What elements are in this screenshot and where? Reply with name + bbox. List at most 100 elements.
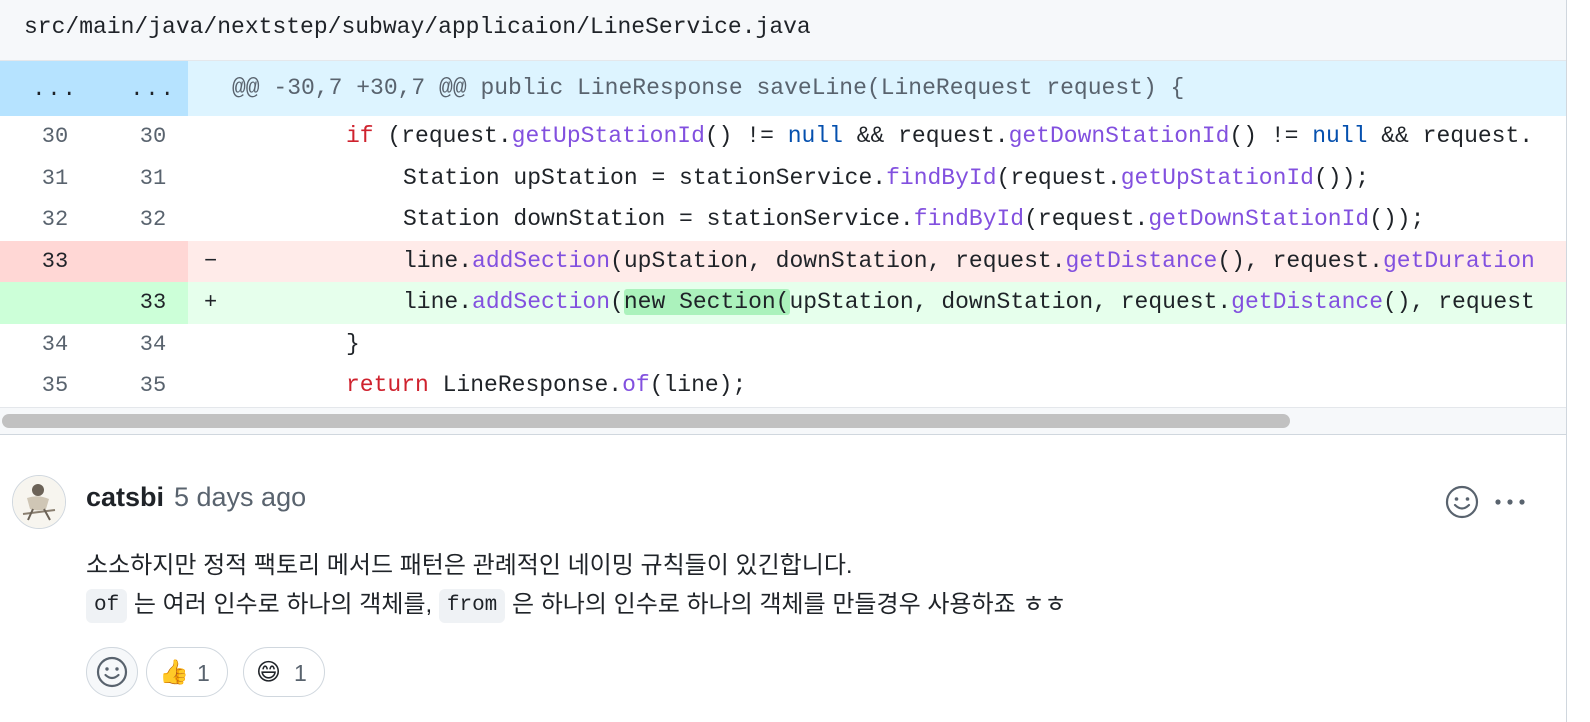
code-token: if xyxy=(346,123,374,149)
code-token: addSection xyxy=(472,289,611,315)
code-token: && request. xyxy=(1367,123,1534,149)
code-token: getUpStationId xyxy=(1120,164,1314,191)
diff-line-deletion: 33 − line.addSection(upStation, downStat… xyxy=(0,240,1566,283)
diff-line: 31 31 Station upStation = stationService… xyxy=(0,158,1566,200)
code-token-highlight: new Section( xyxy=(623,289,790,315)
old-line-number[interactable]: 30 xyxy=(10,116,100,158)
old-line-number[interactable] xyxy=(10,282,100,324)
smiley-icon xyxy=(96,656,128,688)
comment-body-line: 소소하지만 정적 팩토리 메서드 패턴은 관례적인 네이밍 규칙들이 있긴합니다… xyxy=(86,552,853,579)
reaction-count: 1 xyxy=(197,660,210,686)
code-token: findById xyxy=(913,206,1025,232)
code-token: (request. xyxy=(373,123,512,149)
kebab-horizontal-icon xyxy=(1495,499,1525,505)
code-token: Station upStation = stationService. xyxy=(403,164,887,191)
code-token: upStation, downStation, request. xyxy=(789,289,1232,315)
file-path[interactable]: src/main/java/nextstep/subway/applicaion… xyxy=(24,14,811,40)
code-token: line. xyxy=(403,289,473,315)
new-line-number[interactable]: 31 xyxy=(108,158,198,200)
comment-text: 은 하나의 인수로 하나의 객체를 만들경우 사용하죠 ㅎㅎ xyxy=(511,591,1067,618)
code-token: getDistance xyxy=(1065,247,1218,274)
code-token: ( xyxy=(610,289,624,315)
comment-author[interactable]: catsbi xyxy=(86,482,164,513)
thumbs-up-reaction[interactable]: 👍 1 xyxy=(146,647,228,697)
comment-body-line: of 는 여러 인수로 하나의 객체를, from 은 하나의 인수로 하나의 … xyxy=(86,584,1066,623)
code-token: of xyxy=(622,372,650,398)
hunk-expand-down-button[interactable]: ... xyxy=(108,61,198,116)
code-token: getDownStationId xyxy=(1148,206,1370,232)
code-line: line.addSection(upStation, downStation, … xyxy=(403,241,1535,282)
code-line: return LineResponse.of(line); xyxy=(346,365,746,406)
diff-line: 32 32 Station downStation = stationServi… xyxy=(0,199,1566,241)
code-line: Station upStation = stationService.findB… xyxy=(403,158,1369,199)
diff-file-container: src/main/java/nextstep/subway/applicaion… xyxy=(0,0,1567,722)
diff-line-addition: 33 + line.addSection(new Section(upStati… xyxy=(0,282,1566,324)
inline-code: of xyxy=(86,588,128,623)
code-token: (line); xyxy=(649,372,747,398)
old-line-number[interactable]: 34 xyxy=(10,324,100,366)
new-line-number[interactable]: 32 xyxy=(108,199,198,241)
smile-reaction[interactable]: 😄 1 xyxy=(243,647,325,697)
old-line-number[interactable]: 32 xyxy=(10,199,100,241)
diff-line: 30 30 if (request.getUpStationId() != nu… xyxy=(0,116,1566,158)
old-line-number[interactable]: 35 xyxy=(10,365,100,407)
new-line-number[interactable]: 33 xyxy=(108,282,198,324)
code-token: null xyxy=(787,123,843,149)
hunk-expand-up-button[interactable]: ... xyxy=(10,61,100,116)
comment-timestamp[interactable]: 5 days ago xyxy=(174,482,306,513)
avatar-image xyxy=(13,476,65,528)
code-token: getDownStationId xyxy=(1008,123,1230,149)
code-token: Station downStation = stationService. xyxy=(403,206,914,232)
code-token: getUpStationId xyxy=(511,123,705,149)
diff-table: ... ... @@ -30,7 +30,7 @@ public LineRes… xyxy=(0,61,1566,407)
code-token: findById xyxy=(886,164,997,191)
code-token: () != xyxy=(1229,123,1313,149)
new-line-number[interactable]: 35 xyxy=(108,365,198,407)
grinning-face-icon: 😄 xyxy=(256,659,282,686)
code-token: addSection xyxy=(472,247,611,274)
thumbs-up-icon: 👍 xyxy=(159,659,189,686)
code-line: Station downStation = stationService.fin… xyxy=(403,199,1424,240)
hunk-row: ... ... @@ -30,7 +30,7 @@ public LineRes… xyxy=(0,61,1566,116)
new-line-number[interactable]: 34 xyxy=(108,324,198,366)
code-token: && request. xyxy=(842,123,1009,149)
reaction-count: 1 xyxy=(294,660,307,686)
code-token: (request. xyxy=(996,164,1121,191)
code-token: (), request. xyxy=(1217,247,1383,274)
add-reaction-button[interactable] xyxy=(86,647,138,697)
code-token: (), request xyxy=(1383,289,1535,315)
addition-marker: + xyxy=(204,290,218,315)
code-token: } xyxy=(346,330,360,357)
code-token: (upStation, downStation, request. xyxy=(610,247,1066,274)
scrollbar-thumb[interactable] xyxy=(2,414,1290,428)
add-reaction-button[interactable] xyxy=(1444,484,1480,520)
more-options-button[interactable] xyxy=(1490,484,1530,520)
code-token: getDuration xyxy=(1383,247,1535,274)
horizontal-scrollbar[interactable] xyxy=(0,407,1566,435)
code-line: if (request.getUpStationId() != null && … xyxy=(346,116,1533,157)
code-token: (request. xyxy=(1024,206,1149,232)
code-token: line. xyxy=(403,247,473,274)
diff-line: 34 34 } xyxy=(0,324,1566,366)
code-token: getDistance xyxy=(1231,289,1383,315)
inline-code: from xyxy=(438,588,506,623)
code-token: ()); xyxy=(1313,164,1370,191)
old-line-number[interactable]: 31 xyxy=(10,158,100,200)
old-line-number[interactable]: 33 xyxy=(10,241,100,283)
code-line: } xyxy=(346,324,360,365)
smiley-icon xyxy=(1445,485,1479,519)
code-token: return xyxy=(346,372,429,398)
code-token: null xyxy=(1312,123,1368,149)
code-token: ()); xyxy=(1369,206,1425,232)
avatar[interactable] xyxy=(12,475,66,529)
code-line: line.addSection(new Section(upStation, d… xyxy=(403,282,1535,323)
code-token: LineResponse. xyxy=(428,372,623,398)
diff-line: 35 35 return LineResponse.of(line); xyxy=(0,365,1566,407)
new-line-number[interactable] xyxy=(108,241,198,283)
new-line-number[interactable]: 30 xyxy=(108,116,198,158)
comment-text: 는 여러 인수로 하나의 객체를, xyxy=(133,591,433,618)
hunk-header: @@ -30,7 +30,7 @@ public LineResponse sa… xyxy=(232,75,1185,101)
code-token: () != xyxy=(704,123,788,149)
deletion-marker: − xyxy=(204,248,218,274)
file-header: src/main/java/nextstep/subway/applicaion… xyxy=(0,0,1566,61)
